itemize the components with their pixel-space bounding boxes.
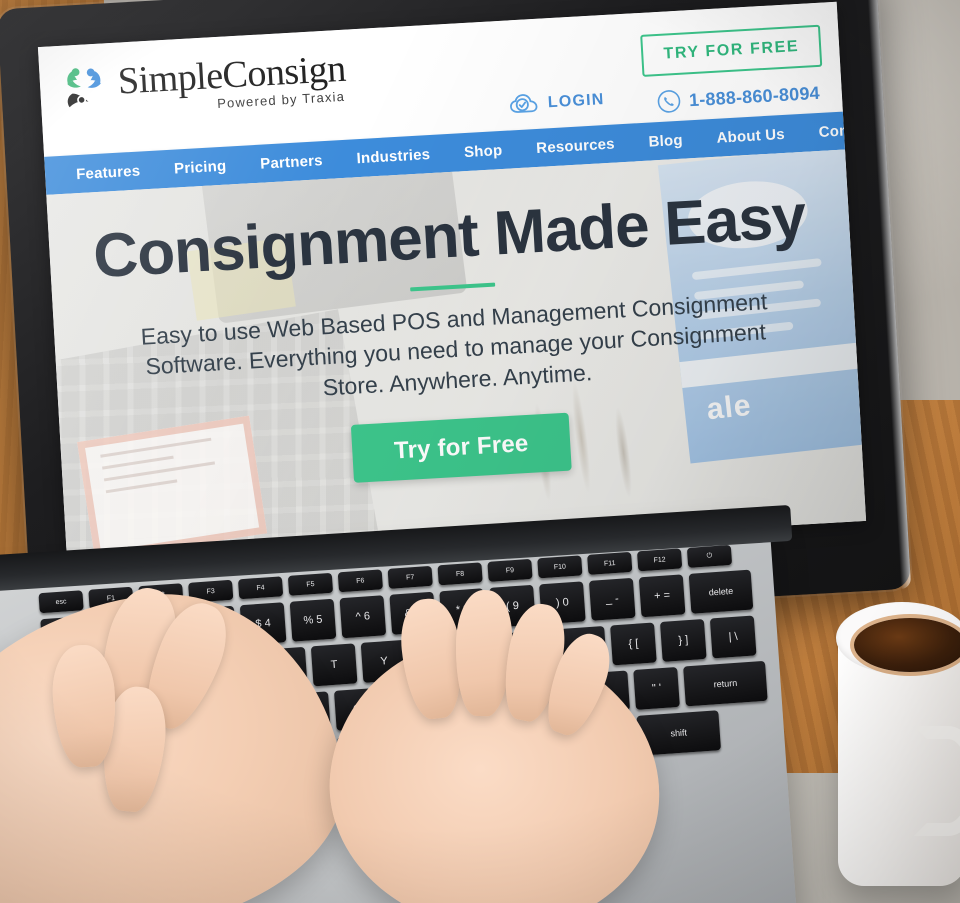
hero-subtitle: Easy to use Web Based POS and Management…	[140, 288, 768, 401]
nav-item-about-us[interactable]: About Us	[699, 124, 802, 147]
key[interactable]: } ]	[659, 618, 707, 662]
bezel-highlight	[865, 0, 912, 590]
nav-item-blog[interactable]: Blog	[631, 130, 700, 151]
key[interactable]: % 5	[289, 598, 337, 642]
login-link[interactable]: LOGIN	[509, 89, 605, 116]
coffee-cup-rim	[836, 602, 960, 674]
try-for-free-button-header[interactable]: TRY FOR FREE	[640, 24, 823, 77]
hero-title: Consignment Made Easy	[91, 181, 808, 292]
nav-item-industries[interactable]: Industries	[339, 145, 447, 168]
key[interactable]: F12	[636, 548, 683, 572]
coffee-liquid	[854, 618, 960, 672]
key[interactable]: " '	[633, 666, 680, 710]
cloud-check-icon	[510, 94, 538, 113]
login-label: LOGIN	[547, 91, 605, 112]
power-key[interactable]: ⏻	[686, 544, 733, 568]
key[interactable]: F4	[237, 576, 284, 600]
key[interactable]: F7	[387, 565, 433, 589]
people-logo-icon	[67, 68, 101, 108]
phone-link[interactable]: 1-888-860-8094	[656, 81, 820, 114]
key[interactable]: ^ 6	[339, 595, 387, 639]
photo-scene: SimpleConsign Powered by Traxia TRY FOR …	[0, 0, 960, 903]
nav-item-resources[interactable]: Resources	[519, 134, 632, 157]
coffee-cup-handle	[914, 726, 960, 836]
key[interactable]: F8	[437, 562, 483, 586]
key[interactable]: T	[310, 643, 358, 687]
logo[interactable]: SimpleConsign Powered by Traxia	[55, 46, 348, 120]
key[interactable]: F5	[287, 572, 334, 596]
key[interactable]: { [	[610, 622, 657, 666]
nav-item-pricing[interactable]: Pricing	[157, 156, 244, 178]
website-screen: SimpleConsign Powered by Traxia TRY FOR …	[37, 1, 867, 567]
hero-section: ale Consignment Made Easy Easy to use We…	[46, 149, 867, 567]
phone-number: 1-888-860-8094	[688, 82, 821, 110]
key[interactable]: F6	[337, 569, 383, 593]
hero-content: Consignment Made Easy Easy to use Web Ba…	[46, 150, 862, 500]
delete-key[interactable]: delete	[688, 569, 754, 614]
key[interactable]: F11	[587, 551, 633, 575]
return-key[interactable]: return	[683, 660, 768, 707]
finger	[453, 589, 514, 718]
nav-item-partners[interactable]: Partners	[243, 151, 340, 173]
key[interactable]: + =	[638, 574, 686, 618]
coffee-cup	[836, 598, 960, 898]
key[interactable]: esc	[38, 590, 84, 614]
laptop: SimpleConsign Powered by Traxia TRY FOR …	[0, 0, 960, 903]
webcam-icon	[433, 0, 441, 1]
phone-circle-icon	[657, 90, 681, 113]
key[interactable]: | \	[709, 615, 757, 659]
try-for-free-button-hero[interactable]: Try for Free	[350, 412, 572, 483]
key[interactable]: F10	[537, 555, 583, 579]
nav-item-shop[interactable]: Shop	[447, 140, 520, 161]
nav-item-features[interactable]: Features	[59, 161, 158, 184]
key[interactable]: _ -	[588, 577, 636, 621]
hero-accent-rule	[409, 282, 495, 292]
key[interactable]: F9	[487, 558, 533, 582]
